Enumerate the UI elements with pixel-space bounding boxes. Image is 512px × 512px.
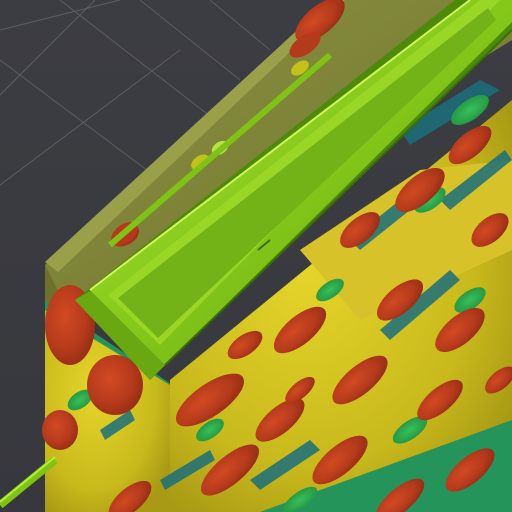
3d-viewport[interactable] [0, 0, 512, 512]
scene-render [0, 0, 512, 512]
